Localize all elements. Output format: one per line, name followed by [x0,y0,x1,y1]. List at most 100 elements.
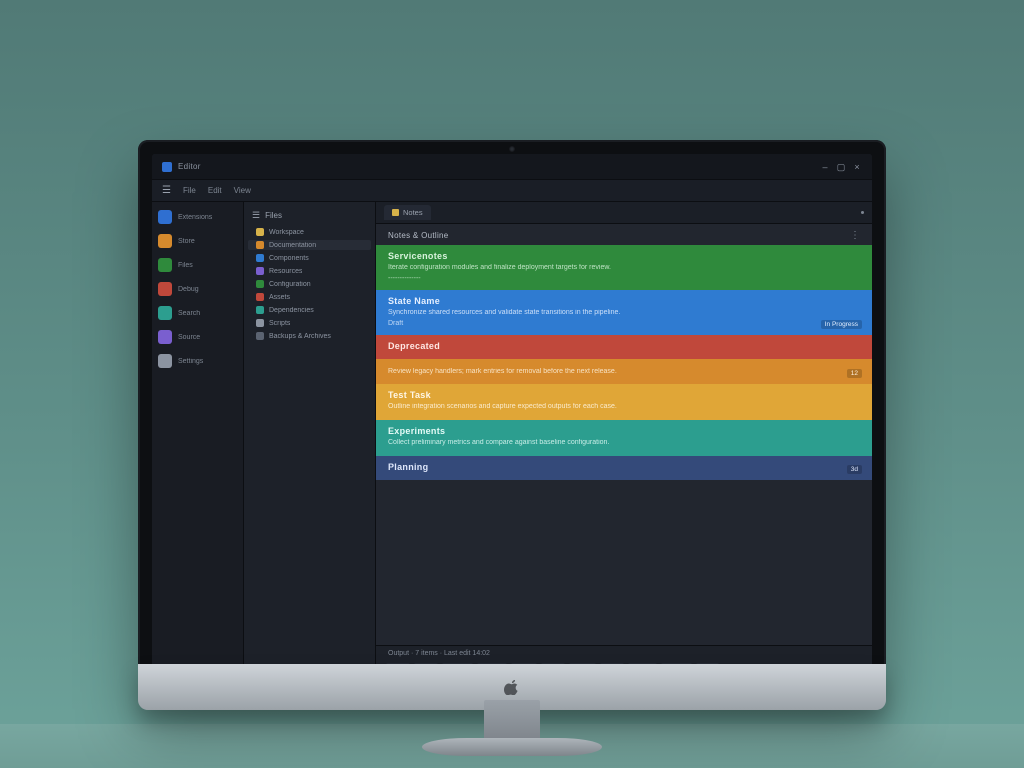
more-icon[interactable]: ⋮ [850,230,860,241]
monitor-stand-base [422,738,602,756]
card-title: Servicenotes [388,251,860,261]
extensions-icon [158,210,172,224]
folder-icon [256,241,264,249]
settings-icon [158,354,172,368]
tree-label: Documentation [269,242,316,249]
folder-icon [256,254,264,262]
content-card[interactable]: Review legacy handlers; mark entries for… [376,359,872,385]
activity-label: Source [178,334,200,341]
search-icon [158,306,172,320]
tree-item[interactable]: Resources [248,266,371,276]
tree-label: Assets [269,294,290,301]
card-subtext-2: Draft [388,320,860,327]
content-card[interactable]: Servicenotes Iterate configuration module… [376,245,872,290]
tree-item[interactable]: Assets [248,292,371,302]
tab-file-icon [392,209,399,216]
card-badge: 12 [847,369,862,378]
explorer-menu-icon: ☰ [252,210,260,221]
explorer-header[interactable]: ☰ Files [248,208,371,223]
activity-label: Settings [178,358,203,365]
activity-label: Extensions [178,214,212,221]
folder-icon [256,332,264,340]
tree-label: Scripts [269,320,290,327]
activity-label: Search [178,310,200,317]
tab-bar: Notes [376,202,872,224]
explorer-title: Files [265,211,282,220]
activity-item[interactable]: Debug [158,282,237,296]
folder-icon [256,267,264,275]
apple-logo-icon [504,679,520,695]
menu-item[interactable]: File [183,186,196,195]
activity-label: Store [178,238,195,245]
activity-item[interactable]: Settings [158,354,237,368]
tree-label: Workspace [269,229,304,236]
camera-dot [509,146,515,152]
menu-icon[interactable]: ☰ [162,185,171,196]
menu-item[interactable]: Edit [208,186,222,195]
activity-item[interactable]: Store [158,234,237,248]
editor-area: Notes Notes & Outline ⋮ Servicenotes Iter… [376,202,872,682]
tree-item[interactable]: Components [248,253,371,263]
menu-item[interactable]: View [234,186,251,195]
card-badge: In Progress [821,320,862,329]
editor-tab[interactable]: Notes [384,205,431,220]
tab-overflow-icon[interactable] [861,211,864,214]
tree-item[interactable]: Documentation [248,240,371,250]
card-badge: 3d [847,465,862,474]
tree-label: Components [269,255,309,262]
folder-icon [256,293,264,301]
card-title: Deprecated [388,341,860,351]
tree-item[interactable]: Workspace [248,227,371,237]
explorer-panel: ☰ Files Workspace Documentation Components… [244,202,376,682]
activity-label: Files [178,262,193,269]
folder-icon [256,306,264,314]
tab-label: Notes [403,208,423,217]
card-subtext-2: -------------- [388,275,860,282]
content-card[interactable]: Deprecated [376,335,872,359]
debug-icon [158,282,172,296]
document-title: Notes & Outline [388,231,449,240]
tree-item[interactable]: Scripts [248,318,371,328]
tree-item[interactable]: Backups & Archives [248,331,371,341]
card-title: Test Task [388,390,860,400]
folder-icon [256,319,264,327]
window-close-button[interactable]: × [852,162,862,172]
activity-item[interactable]: Extensions [158,210,237,224]
folder-icon [256,228,264,236]
card-subtext: Review legacy handlers; mark entries for… [388,367,860,377]
tree-label: Resources [269,268,302,275]
content-card[interactable]: State Name Synchronize shared resources a… [376,290,872,335]
activity-item[interactable]: Source [158,330,237,344]
store-icon [158,234,172,248]
window-titlebar: Editor – ▢ × [152,154,872,180]
tree-label: Configuration [269,281,311,288]
app-screen: Editor – ▢ × ☰ File Edit View Extensions… [152,154,872,682]
activity-label: Debug [178,286,199,293]
app-icon [162,162,172,172]
window-maximize-button[interactable]: ▢ [836,162,846,172]
tree-label: Backups & Archives [269,333,331,340]
activity-item[interactable]: Files [158,258,237,272]
monitor-frame: Editor – ▢ × ☰ File Edit View Extensions… [138,140,886,700]
activity-bar: Extensions Store Files Debug Search Source Set… [152,202,244,682]
status-line: Output · 7 items · Last edit 14:02 [376,645,872,659]
window-minimize-button[interactable]: – [820,162,830,172]
source-icon [158,330,172,344]
card-title: Planning [388,462,860,472]
activity-item[interactable]: Search [158,306,237,320]
content-card[interactable]: Planning3d [376,456,872,480]
top-menu: ☰ File Edit View [152,180,872,202]
content-card[interactable]: Test Task Outline integration scenarios a… [376,384,872,420]
card-title: Experiments [388,426,860,436]
tree-label: Dependencies [269,307,314,314]
content-card[interactable]: ExperimentsCollect preliminary metrics a… [376,420,872,456]
card-title: State Name [388,296,860,306]
tree-item[interactable]: Configuration [248,279,371,289]
card-stack: Servicenotes Iterate configuration module… [376,245,872,645]
card-subtext: Outline integration scenarios and captur… [388,402,860,412]
folder-icon [256,280,264,288]
tree-item[interactable]: Dependencies [248,305,371,315]
card-subtext: Synchronize shared resources and validat… [388,308,860,318]
window-title: Editor [178,162,201,171]
card-subtext: Iterate configuration modules and finali… [388,263,860,273]
